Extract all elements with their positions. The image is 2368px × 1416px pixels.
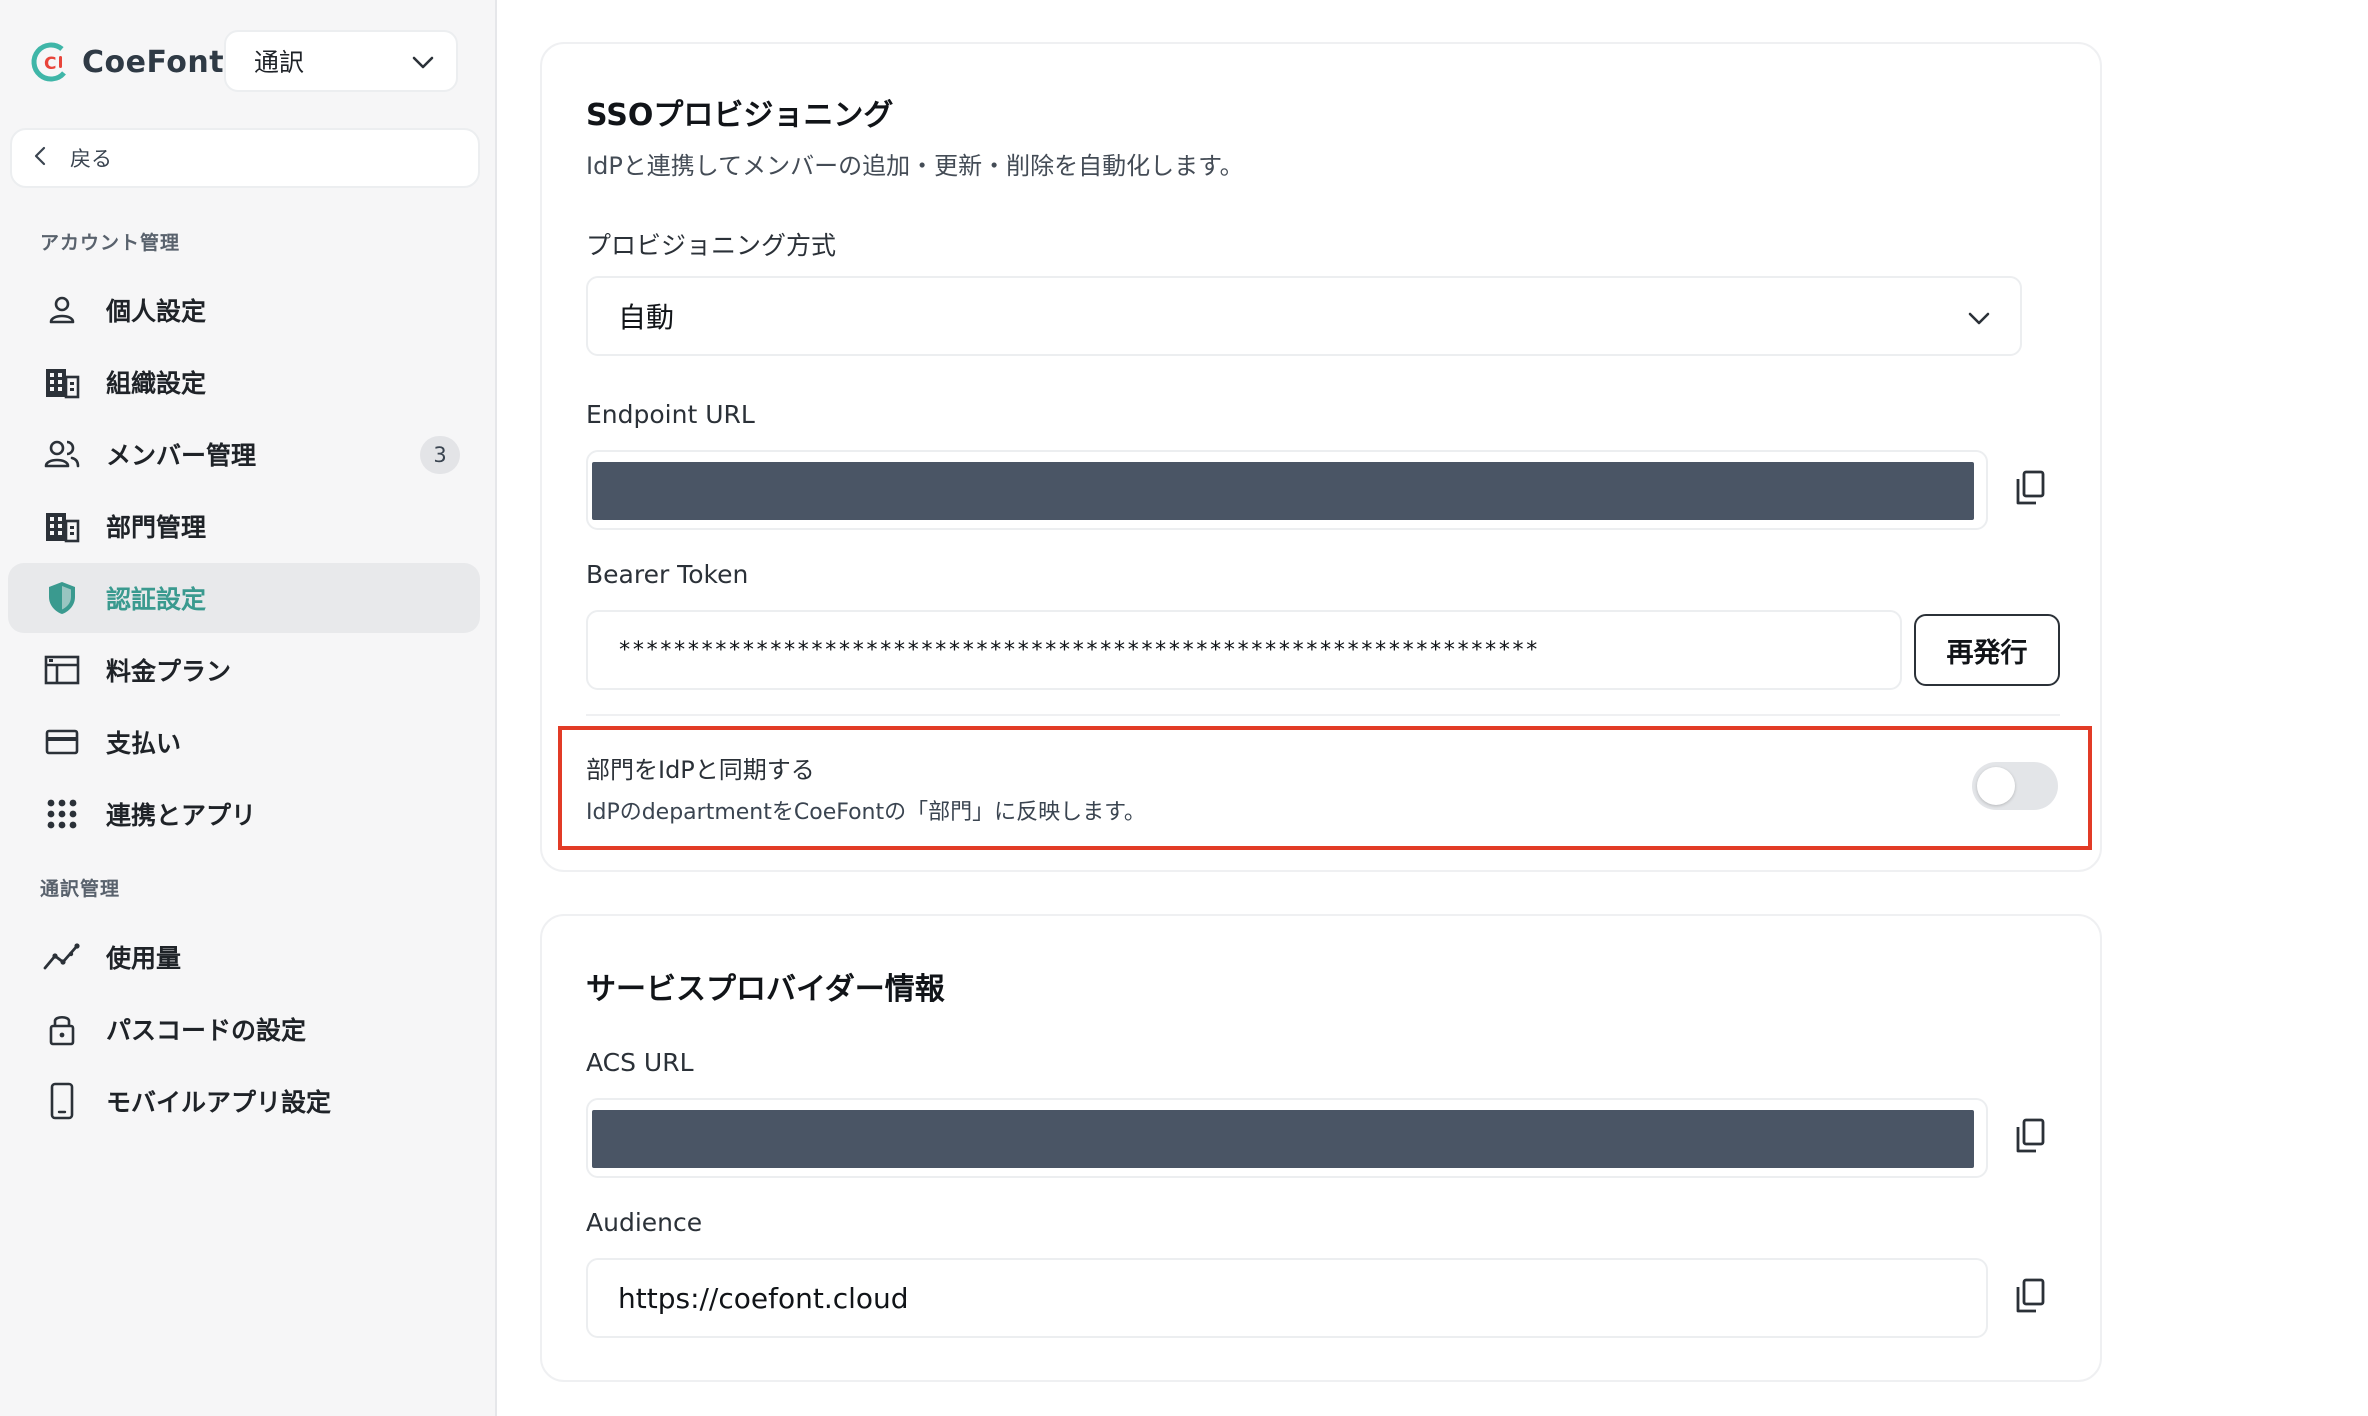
users-icon bbox=[42, 434, 82, 474]
sidebar-item-personal-settings[interactable]: 個人設定 bbox=[8, 275, 480, 345]
service-provider-card: サービスプロバイダー情報 ACS URL Audience https://co… bbox=[540, 914, 2102, 1382]
shield-icon bbox=[42, 578, 82, 618]
chart-line-icon bbox=[42, 937, 82, 977]
audience-label: Audience bbox=[586, 1208, 703, 1237]
sidebar-item-passcode[interactable]: パスコードの設定 bbox=[8, 994, 480, 1064]
bearer-token-field[interactable]: ****************************************… bbox=[586, 610, 1902, 690]
mode-select[interactable]: 通訳 bbox=[224, 30, 458, 92]
sidebar-item-label: 認証設定 bbox=[106, 585, 207, 614]
sidebar-item-label: 部門管理 bbox=[106, 513, 207, 542]
divider bbox=[586, 714, 2060, 716]
audience-value: https://coefont.cloud bbox=[618, 1281, 909, 1315]
sidebar-item-label: 組織設定 bbox=[106, 369, 207, 398]
copy-icon bbox=[2014, 1118, 2046, 1158]
sidebar-item-label: 支払い bbox=[106, 729, 182, 758]
section-label-account: アカウント管理 bbox=[40, 232, 181, 254]
building-icon bbox=[42, 506, 82, 546]
bearer-token-value: ****************************************… bbox=[618, 637, 1539, 663]
copy-icon bbox=[2014, 1278, 2046, 1318]
sidebar-item-label: モバイルアプリ設定 bbox=[106, 1088, 332, 1117]
sidebar-item-label: メンバー管理 bbox=[106, 441, 257, 470]
sidebar: C CoeFont 通訳 戻る アカウント管理 個人設定 組織設定 メンバー管理… bbox=[0, 0, 497, 1416]
chevron-left-icon bbox=[34, 146, 46, 171]
sidebar-item-departments[interactable]: 部門管理 bbox=[8, 491, 480, 561]
sidebar-item-label: 使用量 bbox=[106, 944, 182, 973]
sso-title: SSOプロビジョニング bbox=[586, 98, 894, 133]
acs-url-redacted bbox=[592, 1110, 1974, 1168]
mobile-icon bbox=[42, 1081, 82, 1121]
lock-icon bbox=[42, 1009, 82, 1049]
brand-name: CoeFont bbox=[82, 44, 225, 80]
provisioning-method-value: 自動 bbox=[618, 301, 675, 334]
sidebar-item-mobile-app[interactable]: モバイルアプリ設定 bbox=[8, 1066, 480, 1136]
section-label-interpretation: 通訳管理 bbox=[40, 878, 121, 900]
grid-icon bbox=[42, 794, 82, 834]
sidebar-item-integrations[interactable]: 連携とアプリ bbox=[8, 779, 480, 849]
bearer-token-label: Bearer Token bbox=[586, 560, 749, 589]
endpoint-url-redacted bbox=[592, 462, 1974, 520]
plan-icon bbox=[42, 650, 82, 690]
back-label: 戻る bbox=[70, 147, 112, 171]
building-icon bbox=[42, 362, 82, 402]
sidebar-item-members[interactable]: メンバー管理 3 bbox=[8, 419, 480, 489]
sidebar-item-usage[interactable]: 使用量 bbox=[8, 922, 480, 992]
audience-field[interactable]: https://coefont.cloud bbox=[586, 1258, 1988, 1338]
credit-card-icon bbox=[42, 722, 82, 762]
member-count-badge: 3 bbox=[420, 436, 460, 474]
sidebar-item-payment[interactable]: 支払い bbox=[8, 707, 480, 777]
endpoint-url-label: Endpoint URL bbox=[586, 400, 755, 429]
sidebar-item-label: 料金プラン bbox=[106, 657, 232, 686]
provisioning-method-label: プロビジョニング方式 bbox=[586, 231, 837, 260]
sidebar-item-pricing-plan[interactable]: 料金プラン bbox=[8, 635, 480, 705]
reissue-token-button[interactable]: 再発行 bbox=[1914, 614, 2060, 686]
copy-endpoint-button[interactable] bbox=[2008, 468, 2052, 512]
svg-text:C: C bbox=[44, 54, 56, 74]
acs-url-label: ACS URL bbox=[586, 1048, 694, 1077]
sidebar-item-org-settings[interactable]: 組織設定 bbox=[8, 347, 480, 417]
sidebar-item-label: 個人設定 bbox=[106, 297, 207, 326]
back-button[interactable]: 戻る bbox=[10, 128, 480, 188]
highlight-box bbox=[558, 726, 2092, 850]
sp-title: サービスプロバイダー情報 bbox=[586, 972, 945, 1007]
copy-acs-url-button[interactable] bbox=[2008, 1116, 2052, 1160]
chevron-down-icon bbox=[412, 47, 434, 76]
copy-audience-button[interactable] bbox=[2008, 1276, 2052, 1320]
sidebar-item-auth-settings[interactable]: 認証設定 bbox=[8, 563, 480, 633]
copy-icon bbox=[2014, 470, 2046, 510]
mode-select-value: 通訳 bbox=[254, 48, 305, 77]
acs-url-field[interactable] bbox=[586, 1098, 1988, 1178]
coefont-logo[interactable]: C CoeFont bbox=[30, 40, 224, 84]
chevron-down-icon bbox=[1968, 300, 1990, 333]
provisioning-method-select[interactable]: 自動 bbox=[586, 276, 2022, 356]
endpoint-url-field[interactable] bbox=[586, 450, 1988, 530]
sidebar-item-label: パスコードの設定 bbox=[106, 1016, 307, 1045]
sso-subtitle: IdPと連携してメンバーの追加・更新・削除を自動化します。 bbox=[586, 152, 1244, 180]
coefont-logo-icon: C bbox=[30, 41, 72, 83]
sidebar-item-label: 連携とアプリ bbox=[106, 801, 257, 830]
user-icon bbox=[42, 290, 82, 330]
